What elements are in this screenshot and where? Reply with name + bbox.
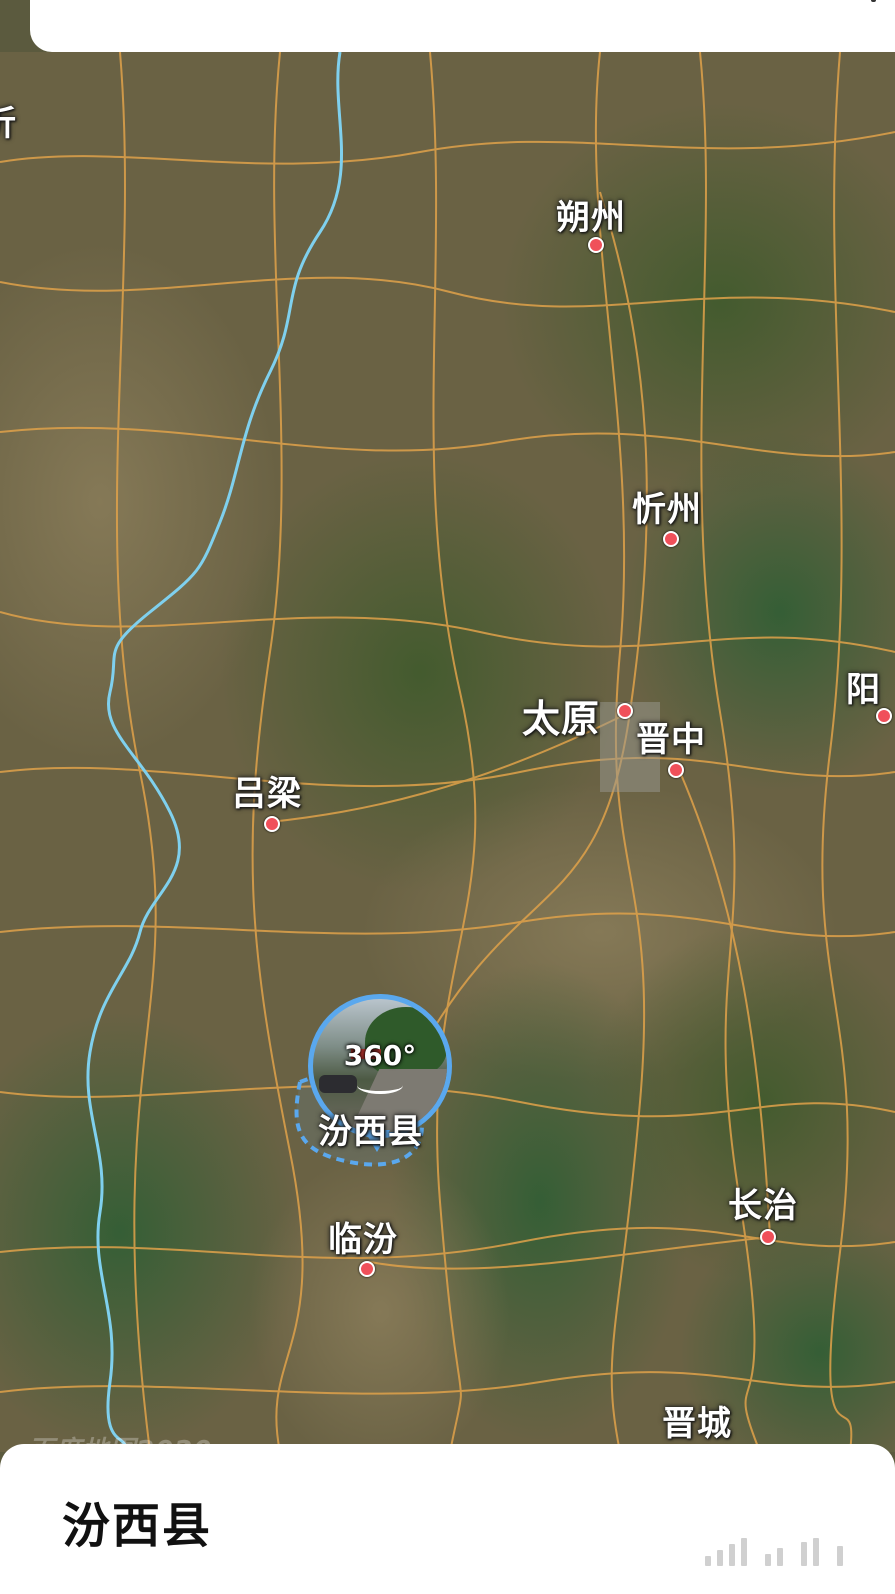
place-title: 汾西县 (62, 1498, 213, 1554)
panorama-360-label: 360° (343, 1039, 417, 1072)
city-label: 阳 (846, 670, 881, 710)
city-label: 临汾 (328, 1220, 398, 1260)
selected-place-label[interactable]: 汾西县 (318, 1104, 423, 1153)
city-dot (264, 816, 280, 832)
city-dot (617, 703, 633, 719)
city-label: 晋城 (662, 1404, 732, 1444)
city-dot (588, 237, 604, 253)
city-dot (668, 762, 684, 778)
pano-car (319, 1075, 357, 1093)
city-label: 朔州 (556, 198, 626, 238)
city-label: 吕梁 (232, 774, 302, 814)
city-label: 长治 (728, 1186, 798, 1226)
city-dot (760, 1229, 776, 1245)
satellite-map[interactable]: 朔州 忻州 太原 晋中 阳 吕梁 临汾 长治 晋城 忻 360° (0, 52, 895, 1452)
city-dot (876, 708, 892, 724)
city-label: 晋中 (636, 720, 706, 760)
signal-bars-icon (705, 1532, 865, 1566)
city-label: 太原 (522, 697, 601, 741)
map-terrain (0, 52, 895, 1452)
rotate-arrow-icon (357, 1077, 403, 1094)
place-detail-sheet[interactable]: 汾西县 (0, 1444, 895, 1594)
top-search-bar[interactable] (30, 0, 895, 52)
city-dot (663, 531, 679, 547)
more-icon[interactable] (871, 0, 876, 2)
city-label: 忻 (0, 96, 17, 145)
city-label: 忻州 (632, 490, 702, 530)
city-dot (359, 1261, 375, 1277)
